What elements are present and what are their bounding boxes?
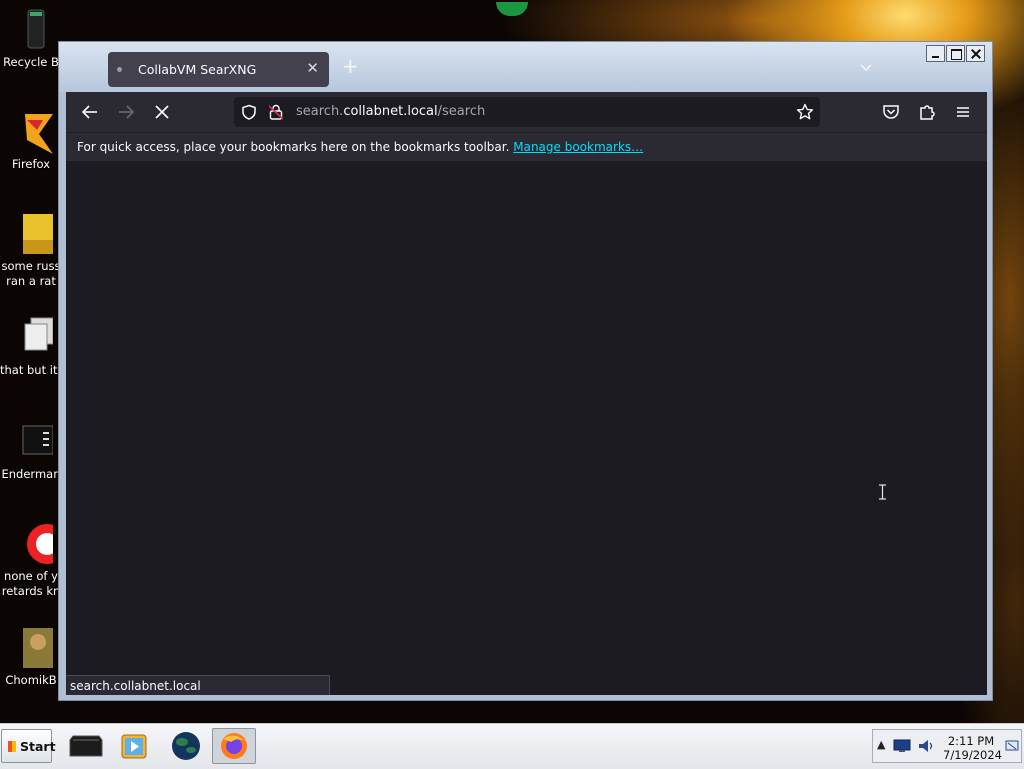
firefox-icon [221,733,247,759]
desktop-icon-recycle-bin[interactable]: Recycle B [0,8,62,70]
bookmarks-hint-text: For quick access, place your bookmarks h… [77,140,510,154]
taskbar-app-firefox[interactable] [212,728,256,764]
desktop-icon-red[interactable]: none of y retards kn [0,522,67,599]
start-button[interactable]: Start [1,729,56,763]
tab-loading-icon [117,67,122,72]
desktop-icon-firefox[interactable]: Firefox [0,110,62,172]
taskbar-app-media-player[interactable] [112,728,156,764]
recycle-bin-icon [9,8,53,52]
window-icon [9,420,54,464]
firefox-icon [9,110,53,154]
text-cursor-icon [879,484,886,500]
red-circle-icon [9,522,67,566]
taskbar: Start ▲ 2:11 PM 7/19/2024 [0,723,1024,769]
start-label: Start [20,739,56,754]
volume-icon[interactable] [917,738,935,754]
globe-icon [172,732,200,760]
bookmarks-toolbar: For quick access, place your bookmarks h… [66,132,987,161]
manage-bookmarks-link[interactable]: Manage bookmarks… [513,140,643,154]
forward-arrow-icon[interactable] [116,102,136,122]
taskbar-clock[interactable]: 2:11 PM 7/19/2024 [943,734,1002,762]
clock-date: 7/19/2024 [943,748,1002,762]
new-tab-button[interactable]: + [342,56,359,76]
folder-icon [9,212,53,256]
desktop-icon-label-line2: retards kn [1,584,61,598]
maximize-button[interactable] [946,45,965,62]
desktop-icon-label: ChomikB [5,673,57,687]
terminal-icon [69,735,103,757]
url-path: /search [437,104,486,119]
taskbar-app-globe[interactable] [164,728,208,764]
extensions-puzzle-icon[interactable] [917,102,937,122]
url-scheme: search. [296,104,344,119]
page-content-area[interactable]: search.collabnet.local [66,161,987,695]
chomik-icon [9,626,53,670]
pocket-icon[interactable] [881,102,901,122]
browser-window: CollabVM SearXNG ✕ + search.collabnet.lo… [58,41,993,701]
show-hidden-icons-chevron-up-icon[interactable]: ▲ [877,738,885,751]
bookmark-star-icon[interactable] [796,103,814,121]
insecure-lock-icon[interactable] [269,104,283,120]
windows-logo-icon [8,741,16,752]
desktop-icon-chomik[interactable]: ChomikB [0,626,62,688]
close-window-button[interactable] [966,45,985,62]
minimize-button[interactable] [926,45,945,62]
stop-loading-icon[interactable] [152,102,172,122]
url-bar[interactable]: search.collabnet.local/search [234,97,820,127]
network-icon[interactable] [893,739,911,753]
navigation-toolbar: search.collabnet.local/search [66,92,987,132]
tracking-protection-shield-icon[interactable] [241,104,257,120]
tab-collabvm-searxng[interactable]: CollabVM SearXNG ✕ [108,52,329,87]
desktop-icon-label: Firefox [11,157,51,171]
window-titlebar[interactable]: CollabVM SearXNG ✕ + [59,42,992,92]
desktop-icon-folder[interactable]: some russ ran a rat [0,212,62,289]
hamburger-menu-icon[interactable] [953,102,973,122]
taskbar-app-terminal[interactable] [64,728,108,764]
shortcut-icon [9,316,54,360]
desktop-icon-label: none of y [4,569,58,583]
window-controls [926,45,985,62]
status-panel: search.collabnet.local [66,675,330,695]
desktop-icon-label: Recycle B [3,55,59,69]
url-text[interactable]: search.collabnet.local/search [296,104,485,119]
tab-title: CollabVM SearXNG [138,62,257,77]
tab-close-icon[interactable]: ✕ [306,59,319,77]
desktop-icon-label: some russ [1,259,61,273]
desktop-icon-label: that but its [0,363,62,377]
back-arrow-icon[interactable] [80,102,100,122]
system-tray: ▲ 2:11 PM 7/19/2024 [872,729,1022,763]
desktop-icon-label-line2: ran a rat [6,274,56,288]
url-host: collabnet.local [343,104,438,119]
desktop-icon-label: Enderman [1,467,61,481]
clock-time: 2:11 PM [947,734,995,748]
desktop-icon-enderman[interactable]: Enderman [0,420,62,482]
notification-icon[interactable] [1004,738,1020,754]
desktop-icon-shortcut[interactable]: that but its [0,316,62,378]
media-player-icon [121,734,147,759]
list-all-tabs-chevron-down-icon[interactable] [859,60,873,74]
bookmarks-toolbar-message: For quick access, place your bookmarks h… [77,140,643,154]
